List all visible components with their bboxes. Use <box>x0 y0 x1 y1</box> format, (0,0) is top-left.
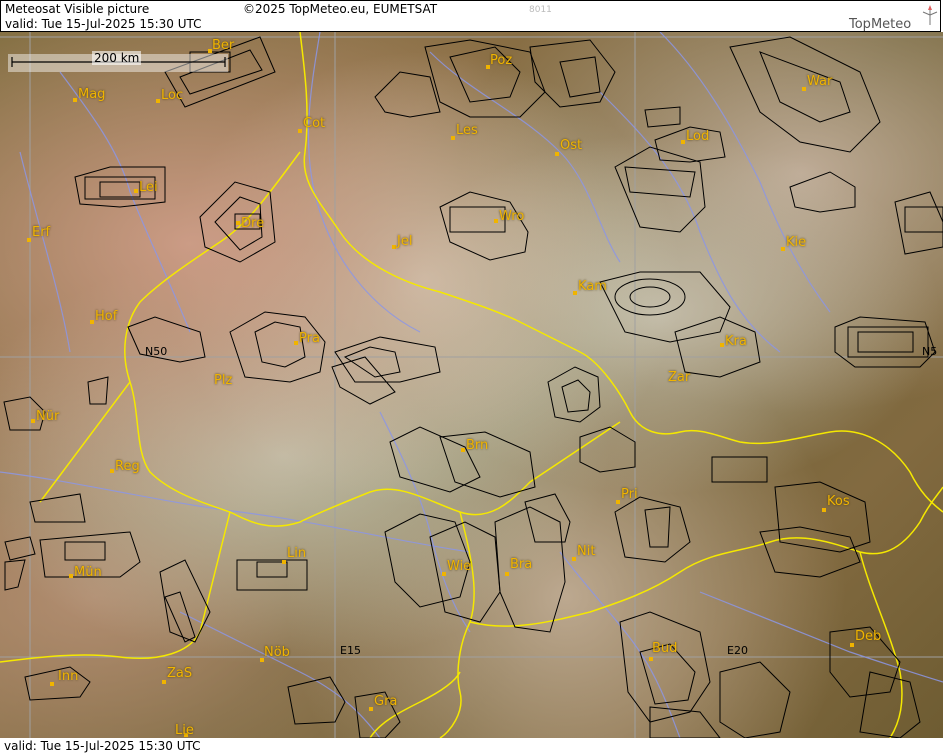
city-gra: Gra <box>374 694 398 709</box>
city-dre: Dre <box>241 216 265 231</box>
city-ber: Ber <box>212 38 235 53</box>
valid-time-footer: valid: Tue 15-Jul-2025 15:30 UTC <box>4 739 201 753</box>
city-nit: Nit <box>577 544 596 559</box>
grid-label-e20: E20 <box>727 644 748 657</box>
city-lei: Lei <box>139 180 158 195</box>
city-reg: Reg <box>115 459 140 474</box>
city-zas: ZaS <box>167 666 193 681</box>
city-kos: Kos <box>827 494 850 509</box>
city-jel: Jel <box>397 234 413 249</box>
city-plz: Plz <box>214 373 233 388</box>
scale-label: 200 km <box>92 51 142 65</box>
grid-label-n50: N50 <box>145 345 168 358</box>
grid-label-e15: E15 <box>340 644 361 657</box>
city-nur: Nür <box>36 409 60 424</box>
valid-time-header: valid: Tue 15-Jul-2025 15:30 UTC <box>5 17 202 31</box>
city-war: War <box>807 74 833 89</box>
city-lin: Lin <box>287 546 307 561</box>
city-wie: Wie <box>447 559 472 574</box>
city-bra: Bra <box>510 557 533 572</box>
city-bud: Bud <box>652 641 678 656</box>
city-mag: Mag <box>78 87 106 102</box>
city-poz: Poz <box>490 53 513 68</box>
satellite-map[interactable]: 200 km N50 N5 E15 E20 Ber Mag Loc Cot Po… <box>0 32 943 738</box>
city-les: Les <box>456 123 478 138</box>
city-pri: Pri <box>621 487 638 502</box>
city-wro: Wro <box>499 209 525 224</box>
product-code: 8011 <box>529 5 552 15</box>
city-erf: Erf <box>32 225 51 240</box>
city-kie: Kie <box>786 235 807 250</box>
city-kra: Kra <box>725 334 747 349</box>
logo-text: TopMeteo <box>849 17 912 32</box>
city-zar: Zar <box>668 370 691 385</box>
copyright-text: ©2025 TopMeteo.eu, EUMETSAT <box>243 2 438 16</box>
city-lod: Lod <box>686 129 710 144</box>
city-ost: Ost <box>560 138 583 153</box>
city-markers <box>27 49 854 737</box>
city-nob: Nöb <box>264 645 290 660</box>
city-lie: Lie <box>175 723 194 738</box>
topmeteo-logo: TopMeteo <box>849 3 939 32</box>
city-pra: Pra <box>299 331 320 346</box>
grid-label-n50-right: N5 <box>922 345 938 358</box>
header-bar: Meteosat Visible picture ©2025 TopMeteo.… <box>0 0 941 32</box>
city-brn: Brn <box>466 438 489 453</box>
city-hof: Hof <box>95 309 118 324</box>
product-title: Meteosat Visible picture <box>5 2 150 16</box>
city-kam: Kam <box>578 279 607 294</box>
footer-bar: valid: Tue 15-Jul-2025 15:30 UTC <box>0 738 943 754</box>
city-mun: Mün <box>74 565 102 580</box>
city-loc: Loc <box>161 88 184 103</box>
city-inn: Inn <box>58 669 79 684</box>
city-cot: Cot <box>303 116 326 131</box>
city-deb: Deb <box>855 629 882 644</box>
meteosat-viewer: Meteosat Visible picture ©2025 TopMeteo.… <box>0 0 943 754</box>
